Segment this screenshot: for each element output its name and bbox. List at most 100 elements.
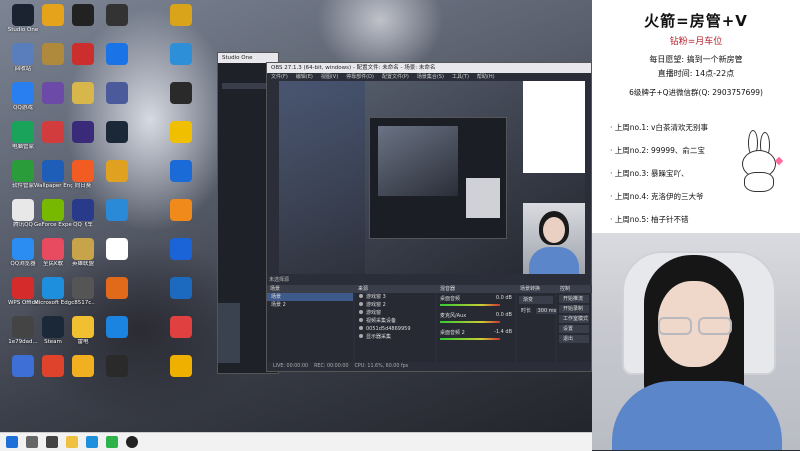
desktop-icon[interactable] (162, 355, 200, 378)
obs-menu-item[interactable]: 文件(F) (271, 74, 288, 80)
desktop-icon[interactable] (162, 82, 200, 105)
desktop-icon[interactable] (98, 316, 136, 339)
obs-menu-item[interactable]: 视图(V) (321, 74, 338, 80)
scenes-dock[interactable]: 场景 场景 2 (267, 293, 353, 363)
transitions-dock[interactable]: 渐变 时长 300 ms (517, 293, 559, 363)
app-icon (106, 238, 128, 260)
obs-menu-item[interactable]: 帮助(H) (477, 74, 495, 80)
start-icon[interactable] (6, 436, 18, 448)
volume-meter[interactable] (440, 303, 500, 306)
app-icon (72, 160, 94, 182)
control-button[interactable]: 设置 (559, 325, 589, 333)
app-icon (170, 238, 192, 260)
rank-text: 上周no.3: 暴躁宝吖、 (614, 169, 689, 178)
obs-menu-item[interactable]: 工具(T) (452, 74, 469, 80)
control-button[interactable]: 开始推流 (559, 295, 589, 303)
control-button[interactable]: 工作室模式 (559, 315, 589, 323)
control-button-label: 退出 (563, 336, 574, 342)
obs-menu-item[interactable]: 停靠部件(D) (346, 74, 374, 80)
desktop-icon[interactable] (162, 160, 200, 183)
source-item[interactable]: 游戏窗 3 (355, 293, 435, 301)
control-button-label: 设置 (563, 326, 574, 332)
glasses-right (698, 317, 732, 335)
volume-meter[interactable] (440, 320, 500, 323)
volume-meter[interactable] (440, 337, 500, 340)
obs-preview[interactable] (279, 81, 585, 274)
app-icon (106, 121, 128, 143)
control-button[interactable]: 开始录制 (559, 305, 589, 313)
source-item[interactable]: 0051d5d4869959 (355, 325, 435, 333)
obs-menu-item[interactable]: 场景集合(S) (417, 74, 444, 80)
source-item[interactable]: 显示器采集 (355, 333, 435, 341)
scene-item[interactable]: 场景 2 (267, 301, 353, 309)
desktop-icon[interactable] (98, 277, 136, 300)
search-icon[interactable] (26, 436, 38, 448)
sources-dock[interactable]: 游戏窗 3 游戏窗 2 游戏窗 视频采集设备 0051d5d4869959 显示器采集 (355, 293, 435, 363)
edge-icon[interactable] (86, 436, 98, 448)
desktop-icon-label: QQ游戏 (13, 105, 33, 111)
desktop-icon[interactable] (98, 238, 136, 261)
desktop-icon[interactable] (98, 82, 136, 105)
eye-icon[interactable] (359, 318, 363, 322)
scene-item[interactable]: 场景 (267, 293, 353, 301)
desktop-icon[interactable] (98, 160, 136, 183)
obs-icon[interactable] (126, 436, 138, 448)
source-item[interactable]: 游戏窗 2 (355, 301, 435, 309)
mixer-channel-db: 0.0 dB (495, 295, 512, 301)
eye-icon[interactable] (359, 326, 363, 330)
mixer-channel[interactable]: 麦克风/Aux 0.0 dB (437, 310, 515, 327)
desktop-icon[interactable]: 英雄联盟 (64, 238, 102, 268)
app-icon (106, 316, 128, 338)
desktop-icon[interactable] (162, 316, 200, 339)
desktop-icon[interactable] (64, 121, 102, 144)
source-item-label: 游戏窗 (366, 310, 382, 316)
mixer-channel[interactable]: 桌面音频 2 -1.4 dB (437, 327, 515, 344)
status-item: REC: 00:00:00 (314, 364, 349, 369)
rank-item: · 上周no.2: 99999、俞二宝 (610, 145, 705, 156)
desktop-icon[interactable] (98, 43, 136, 66)
desktop-icon[interactable] (162, 121, 200, 144)
desktop-icon[interactable] (64, 4, 102, 27)
obs-menu-item[interactable]: 配置文件(P) (382, 74, 409, 80)
obs-menu-item[interactable]: 编辑(E) (296, 74, 313, 80)
eye-icon[interactable] (359, 302, 363, 306)
controls-dock[interactable]: 开始推流开始录制工作室模式设置退出 (557, 293, 591, 363)
mixer-channel-db: 0.0 dB (495, 312, 512, 318)
explorer-icon[interactable] (66, 436, 78, 448)
desktop-icon[interactable] (98, 199, 136, 222)
desktop-icon[interactable] (64, 355, 102, 378)
desktop-icon[interactable] (98, 355, 136, 378)
eye-icon[interactable] (359, 294, 363, 298)
mixer-dock[interactable]: 桌面音频 0.0 dB 麦克风/Aux 0.0 dB 桌面音频 2 -1.4 dB (437, 293, 515, 363)
desktop-icon[interactable]: 雷电 (64, 316, 102, 346)
desktop-icon[interactable]: 向日葵 (64, 160, 102, 190)
desktop-icon[interactable] (162, 4, 200, 27)
source-item-label: 0051d5d4869959 (366, 326, 411, 332)
app-icon (72, 316, 94, 338)
desktop-icon[interactable] (162, 238, 200, 261)
app-icon (12, 82, 34, 104)
transition-select[interactable]: 渐变 (519, 296, 553, 304)
desktop-icon[interactable] (98, 121, 136, 144)
studio-sidebar (218, 303, 240, 363)
desktop-icon[interactable] (162, 277, 200, 300)
eye-icon[interactable] (359, 310, 363, 314)
desktop-icon[interactable]: c8517c.. (64, 277, 102, 307)
duration-value[interactable]: 300 ms (535, 308, 559, 314)
source-item[interactable]: 游戏窗 (355, 309, 435, 317)
desktop-icon[interactable]: QQ飞车 (64, 199, 102, 229)
desktop-icon-label: 向日葵 (74, 183, 92, 189)
desktop-icon[interactable] (98, 4, 136, 27)
desktop-icon[interactable] (162, 43, 200, 66)
wechat-icon[interactable] (106, 436, 118, 448)
obs-window[interactable]: OBS 27.1.3 (64-bit, windows) - 配置文件: 未命名… (266, 62, 594, 372)
desktop-icon[interactable] (162, 199, 200, 222)
taskview-icon[interactable] (46, 436, 58, 448)
mixer-channel[interactable]: 桌面音频 0.0 dB (437, 293, 515, 310)
desktop-icon[interactable] (64, 82, 102, 105)
desktop: Studio One 回收站 QQ游戏 电脑管家 软件管家 腾讯QQ QQ浏览器 WPS Of… (0, 0, 594, 432)
desktop-icon[interactable] (64, 43, 102, 66)
eye-icon[interactable] (359, 334, 363, 338)
source-item[interactable]: 视频采集设备 (355, 317, 435, 325)
control-button[interactable]: 退出 (559, 335, 589, 343)
